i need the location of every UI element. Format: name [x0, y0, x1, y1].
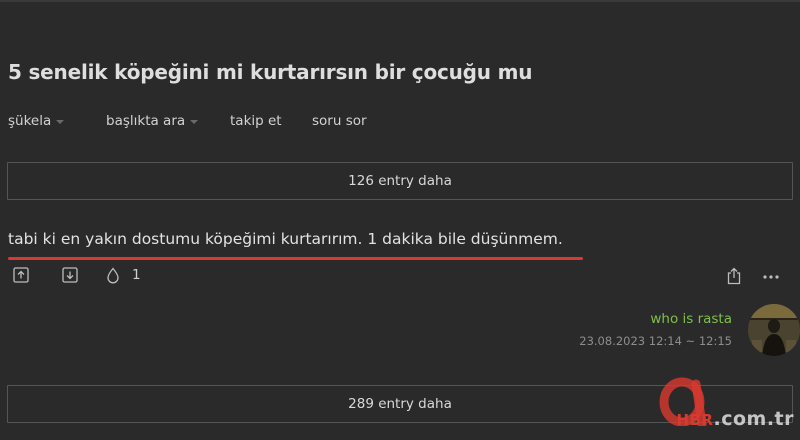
sort-dropdown[interactable]: şükela — [8, 113, 65, 129]
watermark: HBR.com.tr — [652, 362, 800, 440]
load-more-before-label: 126 entry daha — [348, 173, 452, 189]
ask-question-label: soru sor — [312, 113, 367, 129]
watermark-text: HBR.com.tr — [676, 408, 794, 430]
entry-content: tabi ki en yakın dostumu köpeğimi kurtar… — [8, 230, 563, 248]
downvote-icon[interactable] — [61, 266, 79, 284]
highlight-underline — [8, 257, 583, 260]
search-in-topic-dropdown[interactable]: başlıkta ara — [106, 113, 199, 129]
avatar[interactable] — [748, 304, 800, 356]
follow-label: takip et — [230, 113, 282, 129]
chevron-down-icon — [190, 119, 199, 124]
watermark-suffix: .com.tr — [713, 408, 794, 430]
topic-nav: şükela başlıkta ara takip et soru sor — [0, 113, 800, 133]
share-icon[interactable] — [725, 266, 743, 286]
entry-date[interactable]: 23.08.2023 12:14 ~ 12:15 — [579, 334, 732, 348]
drop-icon[interactable] — [104, 266, 122, 284]
topic-title[interactable]: 5 senelik köpeğini mi kurtarırsın bir ço… — [8, 60, 532, 84]
sort-label: şükela — [8, 113, 52, 129]
watermark-brand: HBR — [676, 411, 714, 429]
chevron-down-icon — [56, 119, 65, 124]
author-link[interactable]: who is rasta — [650, 311, 732, 327]
top-border — [0, 0, 800, 2]
favorite-count: 1 — [132, 267, 141, 283]
ellipsis-icon[interactable] — [762, 270, 780, 284]
follow-button[interactable]: takip et — [230, 113, 282, 129]
ask-question-button[interactable]: soru sor — [312, 113, 367, 129]
upvote-icon[interactable] — [12, 266, 30, 284]
search-in-topic-label: başlıkta ara — [106, 113, 186, 129]
load-more-before-button[interactable]: 126 entry daha — [7, 162, 793, 200]
load-more-after-label: 289 entry daha — [348, 396, 452, 412]
